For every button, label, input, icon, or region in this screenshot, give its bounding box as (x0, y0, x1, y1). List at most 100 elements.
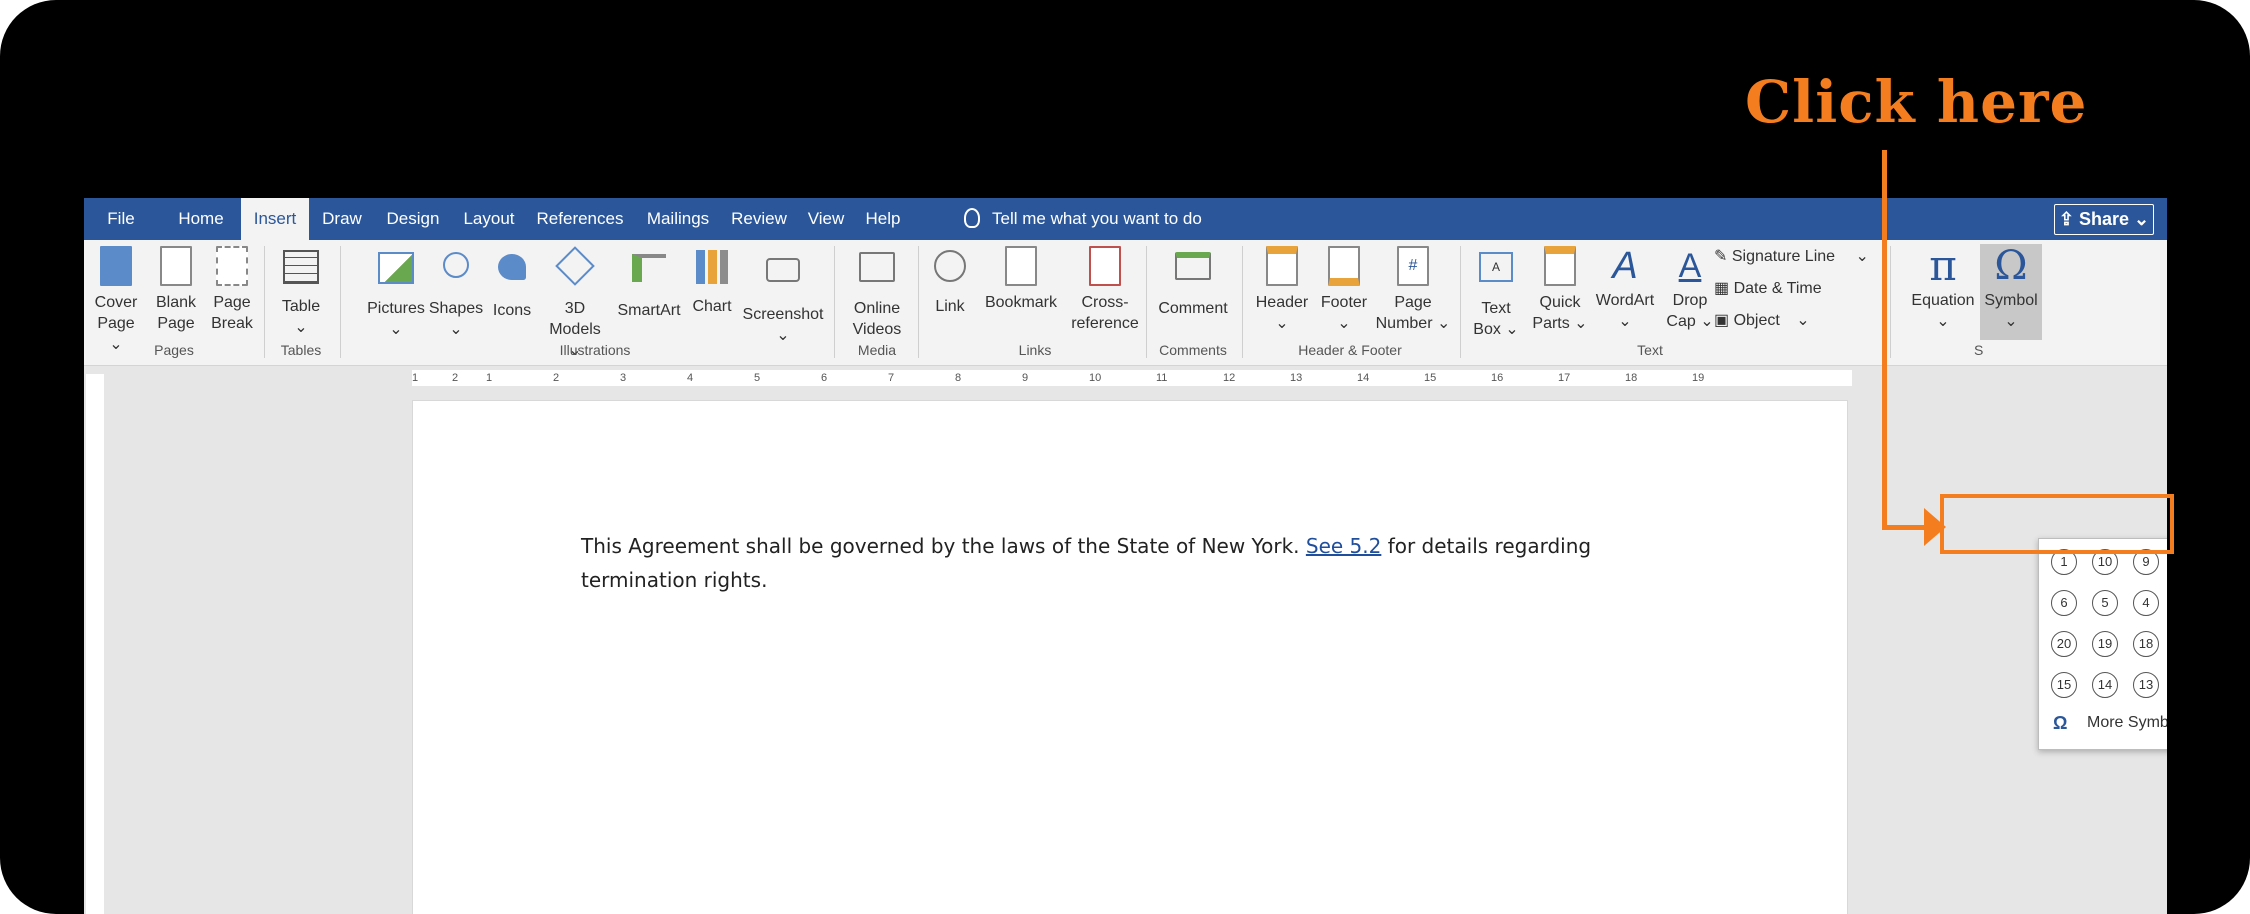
symbol-cell[interactable]: 20 (2051, 631, 2077, 657)
dropcap-label-1: Drop (1672, 292, 1708, 309)
separator (1242, 246, 1243, 358)
page-number-label-2: Number (1375, 315, 1433, 332)
date-time-button[interactable]: ▦ Date & Time (1714, 278, 1822, 300)
ruler-tick-label: 17 (1558, 372, 1571, 384)
symbol-cell[interactable]: 18 (2133, 631, 2159, 657)
object-button[interactable]: ▣ Object ⌄ (1714, 310, 1810, 332)
symbol-dropdown: ΩMore Symbols... 11098765432201918171615… (2038, 538, 2167, 750)
bookmark-button[interactable]: Bookmark (980, 244, 1062, 313)
quick-parts-button[interactable]: Quick Parts ⌄ (1530, 244, 1590, 334)
bookmark-icon (1002, 246, 1040, 290)
screenshot-button[interactable]: Screenshot ⌄ (740, 244, 826, 346)
screenshot-frame: Click here File Home Insert Draw Design … (0, 0, 2250, 914)
tab-draw[interactable]: Draw (312, 198, 372, 240)
group-text: Text (1637, 342, 1663, 358)
ruler-tick-label: 12 (1223, 372, 1236, 384)
symbol-cell[interactable]: 5 (2092, 590, 2118, 616)
cover-page-button[interactable]: Cover Page ⌄ (92, 244, 140, 355)
cross-reference-link[interactable]: See 5.2 (1306, 534, 1381, 558)
ruler-tick-label: 11 (1156, 372, 1168, 384)
callout-text: Click here (1745, 68, 2088, 136)
symbol-cell[interactable]: 13 (2133, 672, 2159, 698)
page-number-button[interactable]: # Page Number ⌄ (1374, 244, 1452, 334)
smartart-label: SmartArt (617, 302, 681, 319)
group-links: Links (1018, 342, 1052, 358)
comment-button[interactable]: Comment (1152, 244, 1234, 319)
separator (834, 246, 835, 358)
more-symbols-item[interactable]: Ω More Symbols... (2039, 701, 2167, 745)
tab-layout[interactable]: Layout (454, 198, 524, 240)
separator (1146, 246, 1147, 358)
word-window: File Home Insert Draw Design Layout Refe… (84, 198, 2167, 914)
group-comments: Comments (1159, 342, 1227, 358)
ruler-tick-label: 14 (1357, 372, 1370, 384)
share-button[interactable]: ⇪ Share ⌄ (2054, 204, 2154, 235)
signature-icon: ✎ (1714, 248, 1728, 265)
omega-icon: Ω (2053, 713, 2068, 733)
footer-icon (1325, 246, 1363, 290)
ruler-tick-label: 5 (754, 372, 761, 384)
tab-file[interactable]: File (84, 198, 158, 240)
symbol-cell[interactable]: 15 (2051, 672, 2077, 698)
pictures-button[interactable]: Pictures ⌄ (364, 244, 428, 340)
tab-insert[interactable]: Insert (241, 198, 309, 240)
datetime-label: Date & Time (1733, 280, 1822, 297)
smartart-button[interactable]: SmartArt (614, 244, 684, 321)
ruler-tick-label: 19 (1692, 372, 1705, 384)
blank-page-button[interactable]: Blank Page (154, 244, 198, 334)
symbol-cell[interactable]: 4 (2133, 590, 2159, 616)
quick-parts-icon (1541, 246, 1579, 290)
group-header-footer: Header & Footer (1298, 342, 1402, 358)
footer-label: Footer (1320, 294, 1368, 311)
equation-label: Equation (1911, 292, 1975, 309)
more-symbols-label: More Symbols... (2087, 714, 2167, 731)
icons-button[interactable]: Icons (488, 244, 536, 321)
blank-page-icon (157, 246, 195, 290)
shapes-button[interactable]: Shapes ⌄ (428, 244, 484, 340)
tab-references[interactable]: References (530, 198, 630, 240)
link-button[interactable]: Link (926, 244, 974, 317)
screenshot-label: Screenshot (742, 306, 824, 323)
link-label: Link (935, 298, 965, 315)
group-pages: Pages (154, 342, 194, 358)
document-page[interactable]: This Agreement shall be governed by the … (412, 400, 1848, 914)
header-button[interactable]: Header ⌄ (1250, 244, 1314, 334)
ruler-tick-label: 9 (1022, 372, 1029, 384)
cross-label-1: Cross- (1081, 294, 1129, 311)
table-button[interactable]: Table ⌄ (276, 244, 326, 338)
wordart-icon: A (1612, 245, 1638, 287)
cross-reference-icon (1086, 246, 1124, 290)
comment-label: Comment (1158, 300, 1228, 317)
paragraph-text: This Agreement shall be governed by the … (581, 534, 1306, 558)
symbol-cell[interactable]: 19 (2092, 631, 2118, 657)
break-label-2: Break (211, 315, 253, 332)
tab-mailings[interactable]: Mailings (636, 198, 720, 240)
page-break-button[interactable]: Page Break (208, 244, 256, 334)
blank-label-1: Blank (155, 294, 197, 311)
tab-help[interactable]: Help (854, 198, 912, 240)
share-label: Share (2078, 209, 2130, 229)
tab-view[interactable]: View (798, 198, 854, 240)
drop-cap-button[interactable]: A Drop Cap ⌄ (1660, 244, 1720, 332)
tab-home[interactable]: Home (164, 198, 238, 240)
text-box-button[interactable]: A Text Box ⌄ (1468, 244, 1524, 340)
cross-label-2: reference (1071, 315, 1139, 332)
document-paragraph[interactable]: This Agreement shall be governed by the … (581, 529, 1701, 597)
dropcap-label-2: Cap (1666, 313, 1696, 330)
tab-design[interactable]: Design (374, 198, 452, 240)
header-icon (1263, 246, 1301, 290)
chart-button[interactable]: Chart (688, 244, 736, 317)
symbol-cell[interactable]: 14 (2092, 672, 2118, 698)
ruler-tick-label: 8 (955, 372, 962, 384)
cross-reference-button[interactable]: Cross-reference (1064, 244, 1146, 334)
footer-button[interactable]: Footer ⌄ (1314, 244, 1374, 334)
symbol-cell[interactable]: 6 (2051, 590, 2077, 616)
online-videos-button[interactable]: Online Videos (844, 244, 910, 340)
tab-review[interactable]: Review (724, 198, 794, 240)
wordart-button[interactable]: A WordArt ⌄ (1590, 244, 1660, 332)
tell-me-search[interactable]: Tell me what you want to do (964, 198, 1202, 240)
equation-button[interactable]: π Equation ⌄ (1908, 244, 1978, 332)
signature-line-button[interactable]: ✎ Signature Line ⌄ (1714, 246, 1869, 268)
pictures-label: Pictures (367, 300, 425, 317)
symbol-button[interactable]: Ω Symbol ⌄ (1980, 244, 2042, 340)
